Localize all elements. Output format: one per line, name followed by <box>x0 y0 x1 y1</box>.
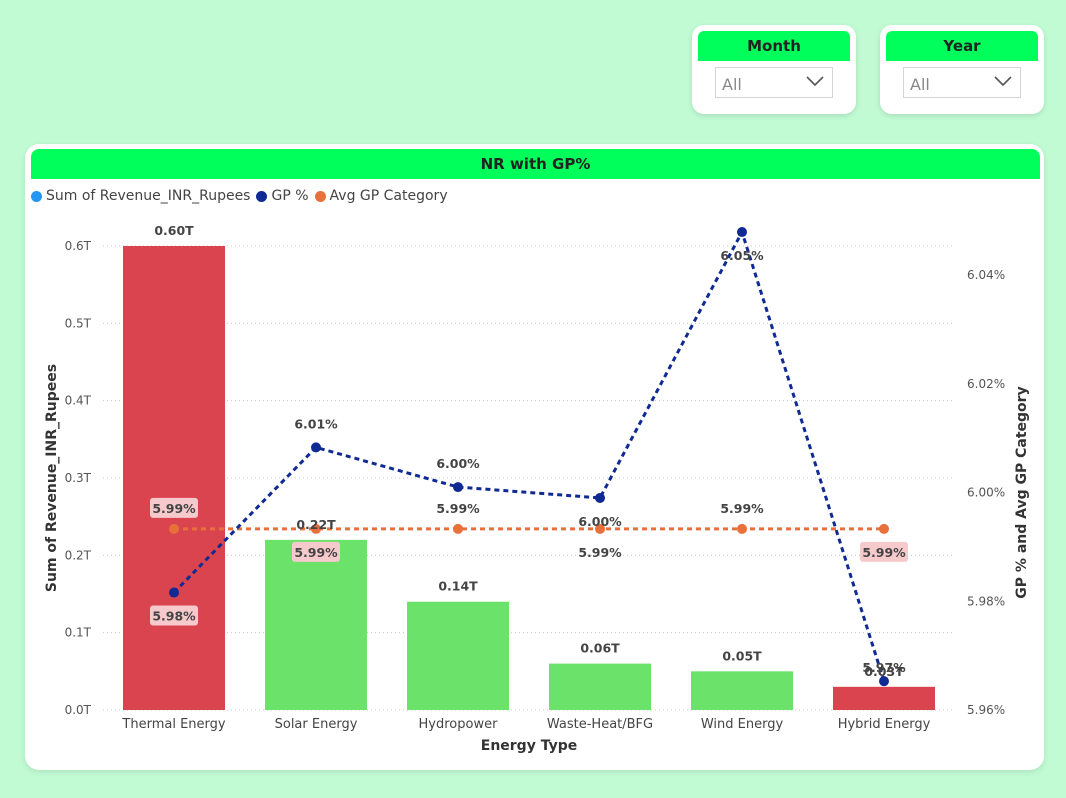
bar-solar-energy <box>265 539 367 710</box>
y-tick-label: 0.6T <box>65 239 92 253</box>
combo-chart: 0.0T 0.1T 0.2T 0.3T 0.4T 0.5T 0.6T 5.96% 5.98% 6.… <box>44 223 1030 754</box>
x-axis-title: Energy Type <box>481 738 577 754</box>
revenue-data-label: 0.14T <box>438 579 478 594</box>
bar-thermal-energy <box>123 246 225 710</box>
avg-gp-point <box>453 523 463 534</box>
avg-gp-point <box>169 523 179 534</box>
y-tick-label: 0.3T <box>65 471 92 485</box>
year-dropdown[interactable]: All <box>903 67 1021 98</box>
x-tick-label: Solar Energy <box>275 717 358 732</box>
avg-gp-data-label: 5.99% <box>578 545 622 560</box>
year-slicer: Year All <box>880 25 1044 114</box>
gp-data-label: 6.00% <box>436 456 480 471</box>
x-tick-label: Wind Energy <box>701 717 784 732</box>
bar-waste-heat-bfg <box>549 663 651 710</box>
y-axis-title: Sum of Revenue_INR_Rupees <box>44 364 60 592</box>
avg-gp-data-label: 5.99% <box>862 545 906 560</box>
gp-data-label: 5.97% <box>862 660 906 675</box>
gp-data-label: 6.00% <box>578 514 622 529</box>
avg-gp-data-label: 5.99% <box>720 501 764 516</box>
gp-point <box>453 482 463 493</box>
y2-tick-label: 5.96% <box>967 703 1005 717</box>
year-dropdown-value: All <box>910 75 930 94</box>
month-dropdown[interactable]: All <box>715 67 833 98</box>
year-slicer-title: Year <box>886 31 1038 61</box>
y2-tick-label: 6.02% <box>967 377 1005 391</box>
y2-tick-label: 6.04% <box>967 268 1005 282</box>
revenue-data-label: 0.05T <box>722 648 762 663</box>
avg-gp-data-label: 5.99% <box>294 545 338 560</box>
gp-data-label: 5.98% <box>152 609 196 624</box>
y2-tick-label: 5.98% <box>967 594 1005 608</box>
x-tick-label: Waste-Heat/BFG <box>547 717 653 732</box>
chart-card: NR with GP% Sum of Revenue_INR_Rupees GP… <box>25 144 1044 770</box>
x-tick-label: Hybrid Energy <box>838 717 931 732</box>
gp-data-label: 6.01% <box>294 416 338 431</box>
y-tick-label: 0.0T <box>65 703 92 717</box>
bar-hybrid-energy <box>833 686 935 710</box>
bar-wind-energy <box>691 671 793 710</box>
revenue-data-label: 0.60T <box>154 223 194 238</box>
gp-point <box>737 227 747 238</box>
x-tick-label: Thermal Energy <box>121 717 225 732</box>
avg-gp-data-label: 5.99% <box>152 501 196 516</box>
chevron-down-icon <box>994 76 1012 87</box>
month-slicer: Month All <box>692 25 856 114</box>
gp-data-label: 6.05% <box>720 248 764 263</box>
bar-hydropower <box>407 601 509 710</box>
revenue-data-label: 0.22T <box>296 517 336 532</box>
revenue-data-label: 0.06T <box>580 641 620 656</box>
y2-axis-title: GP % and Avg GP Category <box>1014 386 1030 598</box>
gp-point <box>595 492 605 503</box>
avg-gp-point <box>737 523 747 534</box>
avg-gp-data-label: 5.99% <box>436 501 480 516</box>
avg-gp-point <box>879 523 889 534</box>
y2-tick-label: 6.00% <box>967 486 1005 500</box>
gp-point <box>311 442 321 453</box>
y-tick-label: 0.1T <box>65 626 92 640</box>
x-tick-label: Hydropower <box>419 717 499 732</box>
gp-point <box>169 587 179 598</box>
y-tick-label: 0.2T <box>65 548 92 562</box>
chevron-down-icon <box>806 76 824 87</box>
y-tick-label: 0.5T <box>65 316 92 330</box>
month-dropdown-value: All <box>722 75 742 94</box>
y-tick-label: 0.4T <box>65 394 92 408</box>
month-slicer-title: Month <box>698 31 850 61</box>
